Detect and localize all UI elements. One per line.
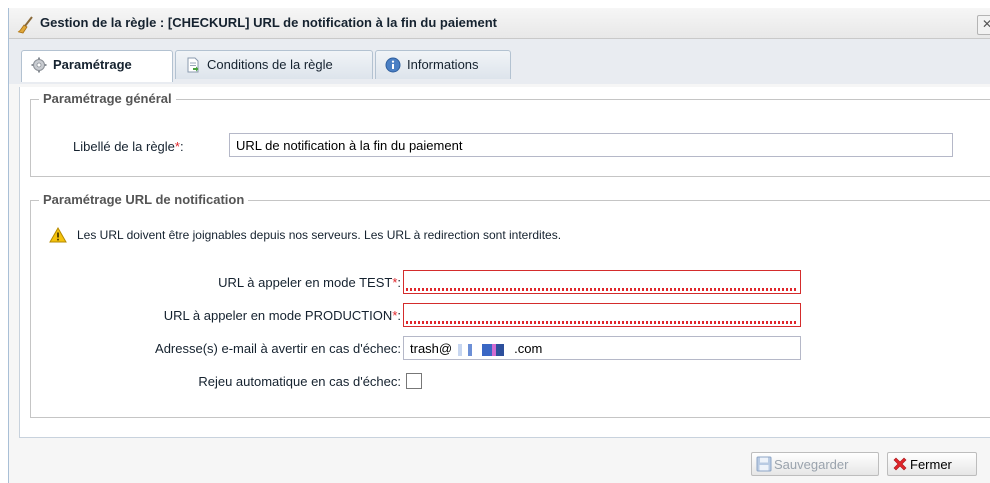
rule-label-input[interactable]: URL de notification à la fin du paiement — [229, 133, 953, 157]
info-icon — [385, 57, 401, 73]
general-settings-group: Paramétrage général Libellé de la règle*… — [30, 91, 990, 177]
tab-panel: Paramétrage général Libellé de la règle*… — [19, 87, 990, 438]
warning-message: Les URL doivent être joignables depuis n… — [77, 228, 562, 242]
tab-informations[interactable]: Informations — [375, 50, 511, 79]
general-settings-legend: Paramétrage général — [39, 91, 176, 106]
save-button-label: Sauvegarder — [774, 457, 849, 472]
url-production-input[interactable] — [403, 303, 801, 327]
close-button[interactable]: Fermer — [887, 452, 977, 476]
document-icon — [187, 57, 199, 73]
close-icon[interactable]: ✕ — [977, 15, 990, 35]
url-production-label: URL à appeler en mode PRODUCTION*: — [164, 308, 401, 323]
url-test-label: URL à appeler en mode TEST*: — [218, 275, 401, 290]
rule-dialog: Gestion de la règle : [CHECKURL] URL de … — [8, 8, 990, 483]
retry-label: Rejeu automatique en cas d'échec: — [198, 374, 401, 389]
url-test-input[interactable] — [403, 270, 801, 294]
label-colon: : — [397, 308, 401, 323]
dialog-title: Gestion de la règle : [CHECKURL] URL de … — [40, 15, 497, 30]
invalid-underline — [406, 288, 798, 291]
close-icon — [893, 457, 907, 471]
email-input[interactable]: trash@ .com — [403, 336, 801, 360]
floppy-disk-icon — [756, 456, 772, 472]
url-production-label-text: URL à appeler en mode PRODUCTION — [163, 308, 393, 323]
tab-conditions[interactable]: Conditions de la règle — [175, 50, 373, 79]
tab-parametrage[interactable]: Paramétrage — [21, 50, 173, 82]
save-button[interactable]: Sauvegarder — [751, 452, 879, 476]
notification-url-group: Paramétrage URL de notification Les URL … — [30, 192, 990, 418]
email-value-prefix: trash@ — [410, 341, 453, 356]
redacted-block — [452, 343, 515, 356]
label-colon: : — [397, 275, 401, 290]
email-value-suffix: .com — [514, 341, 543, 356]
email-label: Adresse(s) e-mail à avertir en cas d'éch… — [155, 341, 401, 356]
url-test-label-text: URL à appeler en mode TEST — [218, 275, 393, 290]
rule-label-label: Libellé de la règle*: — [73, 139, 184, 154]
tab-label: Paramétrage — [53, 57, 132, 72]
tab-label: Conditions de la règle — [207, 57, 333, 72]
close-button-label: Fermer — [910, 457, 952, 472]
rule-label-text: Libellé de la règle — [73, 139, 175, 154]
dialog-titlebar[interactable]: Gestion de la règle : [CHECKURL] URL de … — [9, 8, 990, 39]
retry-checkbox[interactable] — [406, 373, 422, 389]
broom-icon — [17, 16, 33, 34]
label-colon: : — [179, 139, 184, 154]
gear-icon — [31, 57, 47, 73]
notification-url-legend: Paramétrage URL de notification — [39, 192, 249, 207]
tab-label: Informations — [407, 57, 479, 72]
invalid-underline — [406, 321, 798, 324]
warning-icon — [49, 227, 67, 243]
